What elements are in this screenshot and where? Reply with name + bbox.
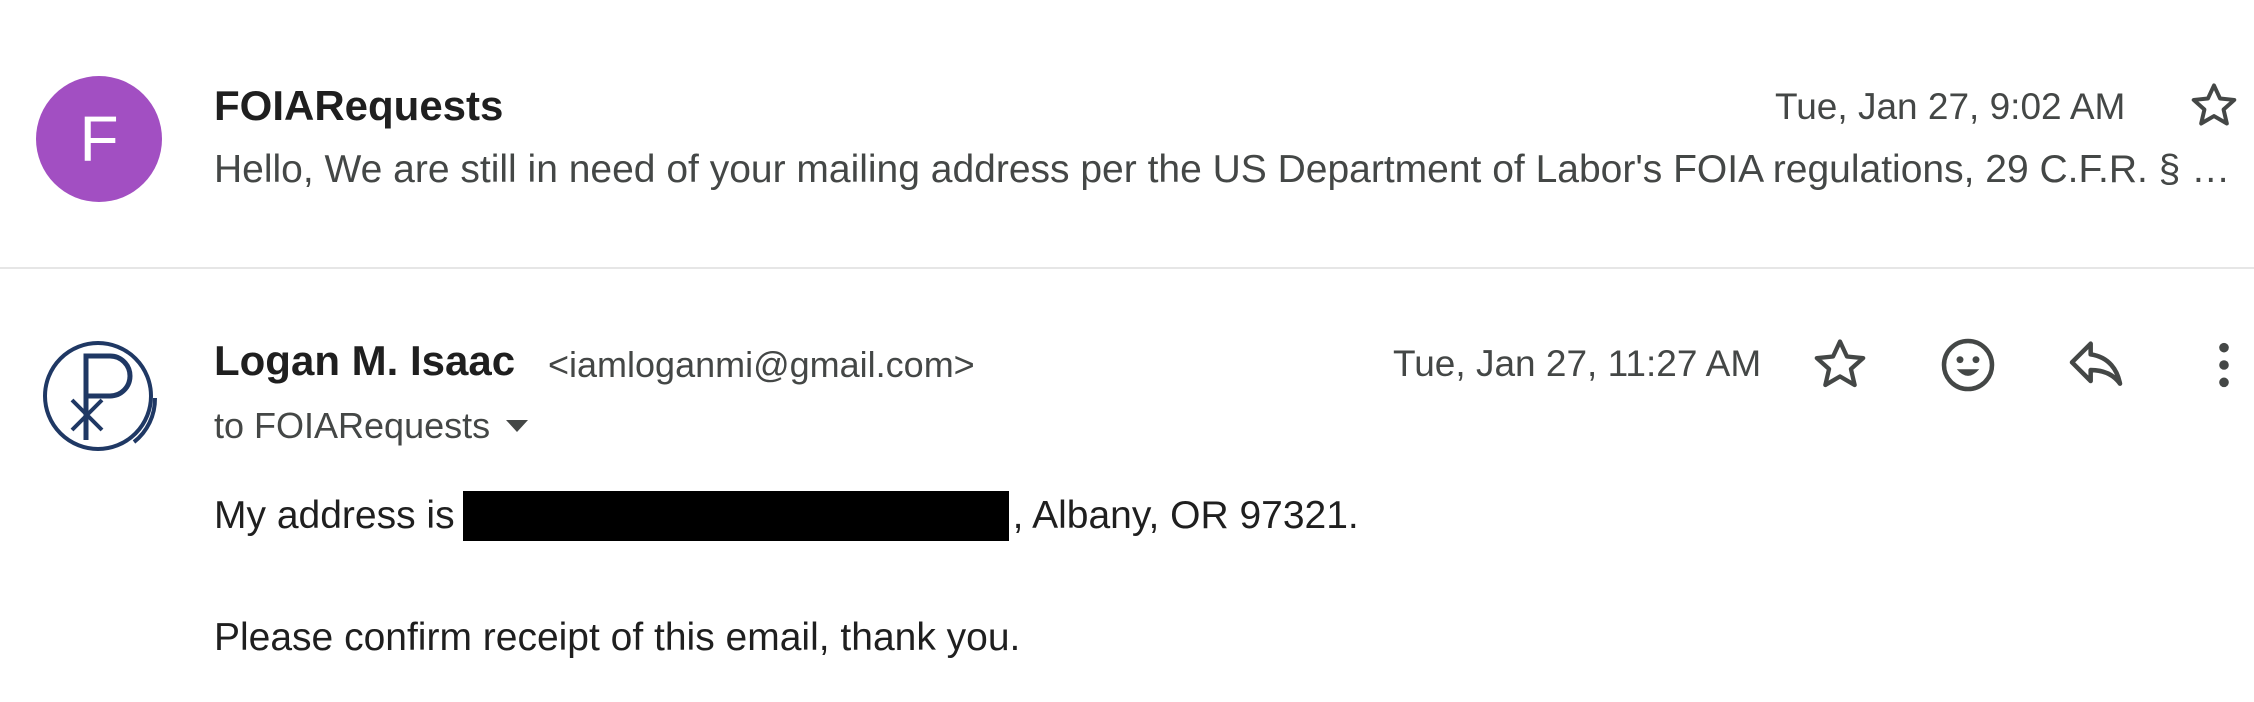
redaction-block [462, 491, 1009, 541]
recipients-label: to FOIARequests [214, 405, 491, 446]
body-text: , Albany, OR 97321. [1012, 494, 1359, 537]
sender-name: FOIARequests [214, 82, 504, 129]
emoji-reaction-icon[interactable] [1936, 333, 2000, 397]
star-icon[interactable] [2186, 78, 2242, 134]
body-text: My address is [214, 494, 455, 537]
collapsed-message[interactable]: F FOIARequests Tue, Jan 27, 9:02 AM Hell… [0, 0, 2254, 268]
expanded-message: Logan M. Isaac <iamloganmi@gmail.com> Tu… [0, 269, 2254, 702]
sender-avatar: F [36, 76, 162, 202]
sender-name: Logan M. Isaac [214, 337, 516, 384]
message-body-line: Please confirm receipt of this email, th… [214, 616, 1021, 659]
chi-rho-avatar-icon [43, 341, 158, 451]
reply-icon[interactable] [2064, 333, 2128, 397]
star-icon[interactable] [1808, 333, 1872, 397]
message-timestamp: Tue, Jan 27, 11:27 AM [1393, 343, 1762, 384]
message-body-line: My address is , Albany, OR 97321. [214, 491, 1359, 541]
dropdown-arrow-icon [506, 420, 529, 432]
message-snippet: Hello, We are still in need of your mail… [214, 148, 2242, 191]
more-options-icon[interactable] [2192, 333, 2254, 397]
recipients-dropdown[interactable]: to FOIARequests [214, 405, 530, 447]
message-timestamp: Tue, Jan 27, 9:02 AM [1775, 86, 2126, 127]
sender-email: <iamloganmi@gmail.com> [548, 344, 975, 385]
